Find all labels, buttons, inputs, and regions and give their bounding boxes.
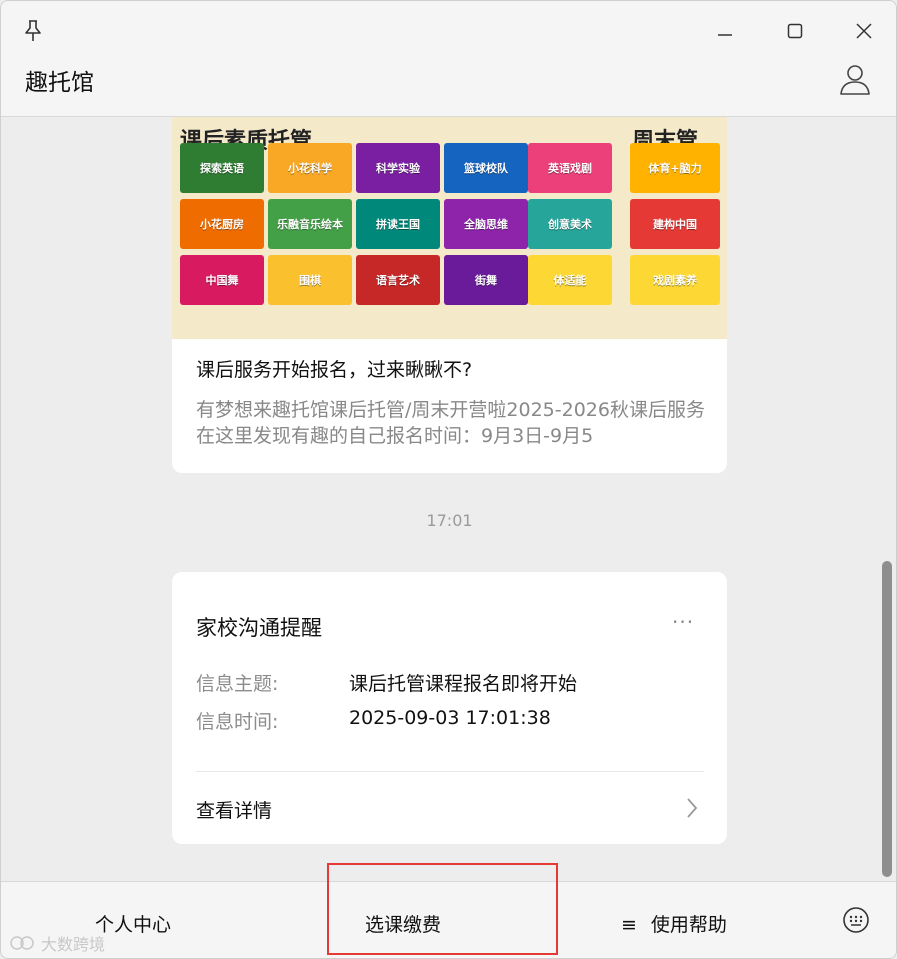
pin-icon (25, 20, 41, 41)
banner-tile: 全脑思维 (444, 199, 528, 249)
banner-tile: 戏剧素养 (630, 255, 720, 305)
view-details-link[interactable]: 查看详情 (196, 796, 272, 823)
maximize-button[interactable] (777, 15, 813, 47)
subject-value: 课后托管课程报名即将开始 (349, 673, 578, 695)
banner-tile-label: 小花科学 (288, 162, 332, 175)
banner-tile: 语言艺术 (356, 255, 440, 305)
banner-tile: 建构中国 (630, 199, 720, 249)
banner-tile: 科学实验 (356, 143, 440, 193)
menu-list-icon: ≡ (621, 914, 637, 936)
banner-tile: 中国舞 (180, 255, 264, 305)
banner-tile-label: 创意美术 (548, 218, 592, 231)
pin-button[interactable] (15, 15, 51, 47)
subject-label: 信息主题: (196, 673, 279, 695)
banner-tile-label: 建构中国 (653, 218, 697, 231)
more-options-button[interactable]: ··· (672, 610, 694, 634)
banner-tile-label: 篮球校队 (464, 162, 508, 175)
banner-tile: 街舞 (444, 255, 528, 305)
maximize-icon (787, 23, 803, 39)
banner-tile-label: 英语戏剧 (548, 162, 592, 175)
banner-tile-label: 乐融音乐绘本 (277, 218, 343, 231)
banner-tile: 围棋 (268, 255, 352, 305)
banner-tile-label: 体适能 (553, 274, 587, 287)
banner-tile-label: 拼读王国 (376, 218, 420, 231)
banner-tile-label: 全脑思维 (464, 218, 508, 231)
time-label: 信息时间: (196, 711, 279, 733)
banner-tile-label: 中国舞 (205, 274, 239, 287)
banner-tile-label: 围棋 (299, 274, 321, 287)
profile-button[interactable] (837, 61, 873, 97)
minimize-icon (718, 34, 732, 36)
message-timestamp: 17:01 (426, 511, 473, 530)
menu-help[interactable]: ≡ 使用帮助 (621, 910, 727, 937)
banner-tile-label: 体育+脑力 (648, 162, 702, 175)
article-card[interactable]: 课后素质托管 周末管 探索英语 小花科学 科学实验 篮球校队 英语戏剧 小花厨房 乐融音乐绘… (172, 117, 727, 473)
close-icon (856, 23, 872, 39)
banner-tile: 小花科学 (268, 143, 352, 193)
banner-tile: 拼读王国 (356, 199, 440, 249)
close-button[interactable] (846, 15, 882, 47)
divider (196, 771, 704, 772)
chevron-right-icon[interactable] (684, 796, 700, 820)
time-value: 2025-09-03 17:01:38 (349, 707, 551, 729)
title-bar: 趣托馆 (1, 1, 896, 117)
watermark-text: 大数跨境 (41, 935, 106, 954)
article-title: 课后服务开始报名，过来瞅瞅不? (196, 359, 473, 381)
banner-tile-label: 街舞 (475, 274, 497, 287)
banner-tile-label: 探索英语 (200, 162, 244, 175)
banner-tile-label: 小花厨房 (200, 218, 244, 231)
banner-tile: 篮球校队 (444, 143, 528, 193)
notice-card[interactable]: 家校沟通提醒 ··· 信息主题: 课后托管课程报名即将开始 信息时间: 2025… (172, 572, 727, 844)
menu-help-label: 使用帮助 (650, 914, 727, 936)
user-icon (840, 65, 870, 95)
banner-tile-label: 语言艺术 (376, 274, 420, 287)
notice-title: 家校沟通提醒 (196, 616, 322, 640)
banner-tile: 探索英语 (180, 143, 264, 193)
banner-tile: 乐融音乐绘本 (268, 199, 352, 249)
scrollbar-thumb[interactable] (882, 561, 892, 877)
keyboard-toggle-icon[interactable] (841, 905, 871, 935)
banner-tile: 创意美术 (528, 199, 612, 249)
banner-tile: 体适能 (528, 255, 612, 305)
banner-tile: 小花厨房 (180, 199, 264, 249)
minimize-button[interactable] (707, 15, 743, 47)
message-area[interactable]: 课后素质托管 周末管 探索英语 小花科学 科学实验 篮球校队 英语戏剧 小花厨房 乐融音乐绘… (1, 117, 881, 881)
article-banner: 课后素质托管 周末管 探索英语 小花科学 科学实验 篮球校队 英语戏剧 小花厨房 乐融音乐绘… (172, 117, 727, 339)
app-title: 趣托馆 (25, 70, 94, 96)
banner-tile: 英语戏剧 (528, 143, 612, 193)
banner-tile: 体育+脑力 (630, 143, 720, 193)
highlight-box (327, 863, 558, 955)
watermark: 大数跨境 (9, 931, 105, 955)
app-window: 趣托馆 课后素质托管 周末管 探索英语 小花科学 科学实验 篮球校队 英语戏剧 小花厨房乐… (0, 0, 897, 959)
article-description: 有梦想来趣托馆课后托管/周末开营啦2025-2026秋课后服务在这里发现有趣的自… (196, 399, 705, 447)
menu-personal-center[interactable]: 个人中心 (95, 910, 171, 937)
banner-tile-label: 科学实验 (376, 162, 420, 175)
watermark-logo-icon (10, 936, 34, 950)
banner-tile-label: 戏剧素养 (653, 274, 697, 287)
